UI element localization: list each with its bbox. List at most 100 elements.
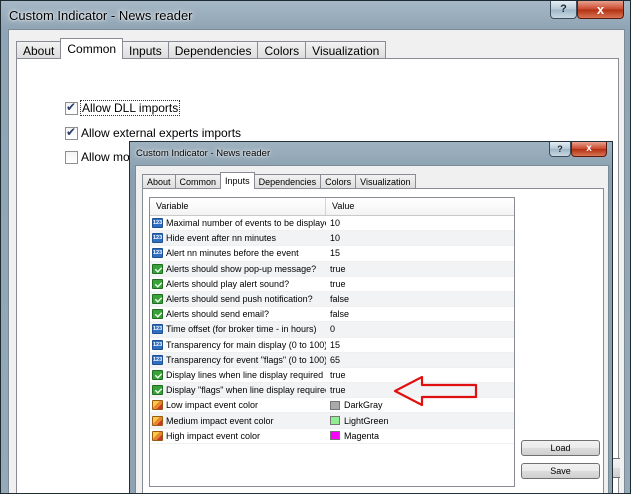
variable-value: Magenta — [344, 430, 380, 441]
tab-label: About — [23, 44, 55, 58]
table-row[interactable]: Alerts should send push notification? fal… — [150, 291, 514, 308]
help-icon: ? — [560, 3, 567, 15]
variable-cell: Medium impact event color — [150, 415, 326, 426]
value-cell[interactable]: false — [326, 294, 514, 304]
column-header-value[interactable]: Value — [326, 198, 514, 215]
number-icon: 123 — [152, 218, 163, 229]
table-row[interactable]: Medium impact event color LightGreen — [150, 413, 514, 429]
color-icon — [152, 430, 163, 441]
outer-window-title: Custom Indicator - News reader — [9, 8, 193, 23]
number-icon: 123 — [152, 354, 163, 365]
outer-tab-visualization[interactable]: Visualization — [305, 41, 387, 59]
save-button[interactable]: Save — [521, 463, 600, 479]
allow-modify-option[interactable]: Allow modi — [65, 150, 139, 164]
tab-label: Colors — [325, 177, 352, 187]
value-cell[interactable]: 15 — [326, 340, 514, 350]
variable-name: Alerts should play alert sound? — [166, 278, 290, 289]
variable-name: Hide event after nn minutes — [166, 233, 277, 244]
variable-name: Display lines when line display required — [166, 369, 324, 380]
inner-help-button[interactable]: ? — [549, 142, 571, 157]
table-row[interactable]: 123 Time offset (for broker time - in hou… — [150, 322, 514, 338]
inner-tab-visualization[interactable]: Visualization — [355, 174, 416, 189]
outer-help-button[interactable]: ? — [550, 1, 577, 19]
value-cell[interactable]: true — [326, 279, 514, 289]
variable-cell: Low impact event color — [150, 400, 326, 411]
inner-titlebar[interactable]: Custom Indicator - News reader ? x — [130, 142, 612, 164]
number-icon: 123 — [152, 248, 163, 259]
boolean-icon — [152, 294, 163, 305]
outer-tab-inputs[interactable]: Inputs — [122, 41, 169, 59]
color-swatch — [330, 416, 340, 426]
tab-label: Dependencies — [174, 44, 252, 58]
table-row[interactable]: High impact event color Magenta — [150, 429, 514, 444]
inner-tab-common[interactable]: Common — [174, 174, 222, 189]
variable-name: Alerts should show pop-up message? — [166, 263, 317, 274]
outer-tab-dependencies[interactable]: Dependencies — [167, 41, 259, 59]
tab-label: Visualization — [360, 177, 411, 187]
variable-cell: 123 Maximal number of events to be displa… — [150, 218, 326, 229]
table-row[interactable]: Alerts should show pop-up message? true — [150, 261, 514, 277]
table-row[interactable]: Alerts should send email? false — [150, 307, 514, 323]
outer-titlebar[interactable]: Custom Indicator - News reader ? x — [1, 1, 630, 29]
table-row[interactable]: Alerts should play alert sound? true — [150, 277, 514, 292]
value-cell[interactable]: LightGreen — [326, 416, 514, 426]
boolean-icon — [152, 369, 163, 380]
variable-value: true — [330, 278, 346, 289]
tab-label: Common — [67, 42, 117, 56]
value-cell[interactable]: false — [326, 309, 514, 319]
boolean-icon — [152, 309, 163, 320]
inner-tab-strip: About Common Inputs Dependencies Colors … — [142, 172, 416, 189]
allow-external-experts-checkbox[interactable] — [65, 125, 78, 140]
variable-cell: 123 Transparency for event "flags" (0 to … — [150, 354, 326, 365]
variable-name: Alert nn minutes before the event — [166, 248, 299, 259]
variable-cell: 123 Hide event after nn minutes — [150, 233, 326, 244]
table-row[interactable]: 123 Alert nn minutes before the event 15 — [150, 246, 514, 262]
inner-close-button[interactable]: x — [571, 142, 607, 157]
inner-tab-dependencies[interactable]: Dependencies — [253, 174, 322, 189]
color-icon — [152, 415, 163, 426]
variable-cell: Alerts should play alert sound? — [150, 278, 326, 289]
variable-cell: 123 Alert nn minutes before the event — [150, 248, 326, 259]
table-row[interactable]: 123 Maximal number of events to be displa… — [150, 216, 514, 232]
allow-dll-imports-checkbox[interactable] — [65, 100, 78, 115]
variable-name: Alerts should send email? — [166, 309, 270, 320]
outer-tab-colors[interactable]: Colors — [257, 41, 307, 59]
outer-close-button[interactable]: x — [577, 1, 624, 19]
value-cell[interactable]: 0 — [326, 324, 514, 334]
value-cell[interactable]: 15 — [326, 248, 514, 258]
value-cell[interactable]: true — [326, 264, 514, 274]
value-cell[interactable]: 10 — [326, 218, 514, 228]
value-cell[interactable]: Magenta — [326, 431, 514, 441]
variable-cell: Display "flags" when line display requir… — [150, 385, 326, 396]
variable-value: 15 — [330, 248, 341, 259]
variable-value: LightGreen — [344, 415, 389, 426]
variable-value: 10 — [330, 218, 341, 229]
tab-label: About — [147, 177, 171, 187]
column-header-variable[interactable]: Variable — [150, 198, 326, 215]
value-cell[interactable]: 10 — [326, 233, 514, 243]
table-row[interactable]: 123 Hide event after nn minutes 10 — [150, 231, 514, 247]
tab-label: Visualization — [312, 44, 380, 58]
inner-tab-about[interactable]: About — [142, 174, 176, 189]
allow-dll-imports-label: Allow DLL imports — [79, 100, 181, 116]
variable-value: 10 — [330, 233, 341, 244]
annotation-arrow-icon — [393, 375, 478, 407]
inner-tab-colors[interactable]: Colors — [320, 174, 357, 189]
table-row[interactable]: 123 Transparency for main display (0 to 1… — [150, 338, 514, 353]
value-cell[interactable]: 65 — [326, 355, 514, 365]
variable-name: Medium impact event color — [166, 415, 274, 426]
outer-tab-common[interactable]: Common — [60, 38, 124, 59]
inner-tab-inputs[interactable]: Inputs — [220, 172, 255, 189]
boolean-icon — [152, 385, 163, 396]
allow-external-experts-option[interactable]: Allow external experts imports — [65, 125, 241, 140]
inner-tab-panel: Variable Value 123 Maximal number of even… — [142, 188, 604, 493]
variable-cell: Alerts should show pop-up message? — [150, 263, 326, 274]
allow-dll-imports-option[interactable]: Allow DLL imports — [65, 100, 181, 116]
allow-modify-checkbox[interactable] — [65, 150, 78, 164]
table-row[interactable]: 123 Transparency for event "flags" (0 to … — [150, 352, 514, 368]
close-icon: x — [586, 143, 592, 154]
outer-tab-about[interactable]: About — [16, 41, 62, 59]
variable-name: Low impact event color — [166, 400, 259, 411]
outer-tab-strip: About Common Inputs Dependencies Colors … — [16, 38, 387, 59]
load-button[interactable]: Load — [521, 440, 600, 456]
